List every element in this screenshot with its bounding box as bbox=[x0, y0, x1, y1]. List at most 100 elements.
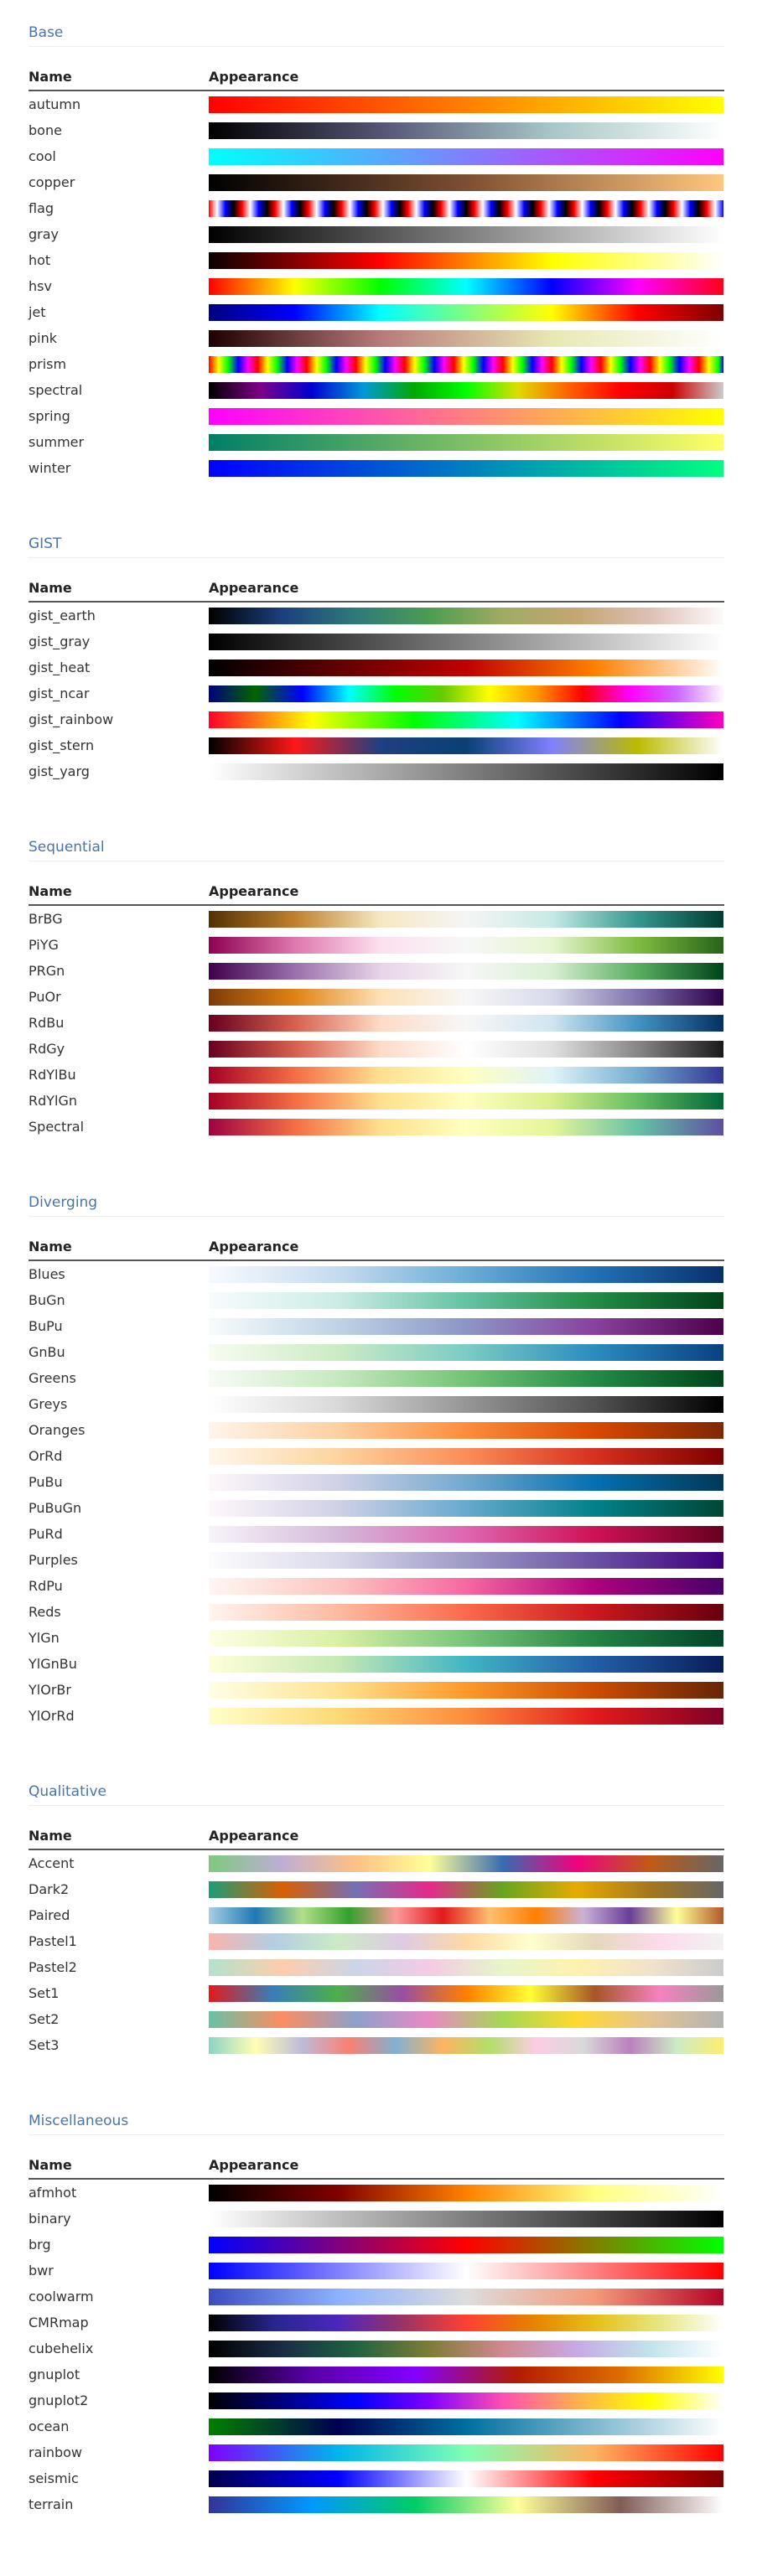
table-row: prism bbox=[29, 351, 724, 377]
colormap-appearance-cell bbox=[209, 2491, 724, 2517]
colormap-appearance-cell bbox=[209, 1391, 724, 1417]
colormap-swatch-piyg bbox=[209, 936, 723, 954]
colormap-appearance-cell bbox=[209, 455, 724, 481]
colormap-appearance-cell bbox=[209, 1287, 724, 1313]
table-row: gist_ncar bbox=[29, 680, 724, 706]
colormap-appearance-cell bbox=[209, 2413, 724, 2439]
colormap-appearance-cell bbox=[209, 2032, 724, 2058]
colormap-appearance-cell bbox=[209, 932, 724, 958]
section-title: Qualitative bbox=[29, 1782, 724, 1806]
table-row: OrRd bbox=[29, 1443, 724, 1469]
colormap-name: gist_ncar bbox=[29, 685, 90, 701]
colormap-swatch-bone bbox=[209, 122, 723, 139]
table-row: autumn bbox=[29, 91, 724, 117]
colormap-appearance-cell bbox=[209, 2335, 724, 2361]
table-row: gnuplot bbox=[29, 2361, 724, 2387]
colormap-swatch-brbg bbox=[209, 910, 723, 928]
colormap-appearance-cell bbox=[209, 1443, 724, 1469]
table-row: spectral bbox=[29, 377, 724, 403]
colormap-name: Greys bbox=[29, 1396, 68, 1412]
colormap-appearance-cell bbox=[209, 2232, 724, 2258]
colormap-appearance-cell bbox=[209, 905, 724, 932]
colormap-appearance-cell bbox=[209, 299, 724, 325]
colormap-name: CMRmap bbox=[29, 2315, 89, 2330]
column-header-appearance: Appearance bbox=[209, 558, 724, 603]
colormap-name: spectral bbox=[29, 382, 83, 398]
colormap-swatch-prism bbox=[209, 355, 723, 373]
section-title: Base bbox=[29, 23, 724, 47]
table-header-row: Name Appearance bbox=[29, 1806, 724, 1850]
colormap-table: Name Appearance Blues BuGn BuPu GnBu Greens Gre… bbox=[29, 1217, 724, 1729]
colormap-table: Name Appearance Accent Dark2 Paired Pastel1 Pa… bbox=[29, 1806, 724, 2058]
colormap-appearance-cell bbox=[209, 1625, 724, 1651]
table-row: YlGnBu bbox=[29, 1651, 724, 1677]
colormap-name: PRGn bbox=[29, 963, 65, 979]
colormap-appearance-cell bbox=[209, 1876, 724, 1902]
colormap-appearance-cell bbox=[209, 2258, 724, 2284]
colormap-name: seismic bbox=[29, 2470, 79, 2486]
colormap-swatch-set3 bbox=[209, 2036, 723, 2054]
colormap-appearance-cell bbox=[209, 1928, 724, 1954]
table-row: GnBu bbox=[29, 1339, 724, 1365]
colormap-name: binary bbox=[29, 2211, 71, 2227]
colormap-appearance-cell bbox=[209, 2361, 724, 2387]
colormap-name: prism bbox=[29, 356, 67, 372]
table-row: Set2 bbox=[29, 2006, 724, 2032]
colormap-name: BuPu bbox=[29, 1318, 63, 1334]
colormap-swatch-rdgy bbox=[209, 1040, 723, 1058]
column-header-appearance: Appearance bbox=[209, 1217, 724, 1261]
colormap-table: Name Appearance gist_earth gist_gray gist_he… bbox=[29, 558, 724, 784]
table-row: flag bbox=[29, 195, 724, 221]
section-gist: GIST Name Appearance gist_earth gist_gray gis… bbox=[29, 535, 724, 784]
colormap-appearance-cell bbox=[209, 2439, 724, 2465]
table-row: hsv bbox=[29, 273, 724, 299]
colormap-swatch-gist_ncar bbox=[209, 685, 723, 702]
colormap-swatch-hsv bbox=[209, 277, 723, 295]
colormap-appearance-cell bbox=[209, 2465, 724, 2491]
colormap-appearance-cell bbox=[209, 1469, 724, 1495]
colormap-appearance-cell bbox=[209, 2006, 724, 2032]
section-title: Sequential bbox=[29, 838, 724, 861]
colormap-appearance-cell bbox=[209, 2310, 724, 2335]
colormap-swatch-gnuplot2 bbox=[209, 2392, 723, 2409]
table-row: Dark2 bbox=[29, 1876, 724, 1902]
colormap-swatch-ylorrd bbox=[209, 1707, 723, 1725]
colormap-appearance-cell bbox=[209, 403, 724, 429]
section-title: Diverging bbox=[29, 1193, 724, 1217]
colormap-appearance-cell bbox=[209, 1521, 724, 1547]
colormap-name: terrain bbox=[29, 2496, 74, 2512]
colormap-appearance-cell bbox=[209, 2387, 724, 2413]
table-row: bwr bbox=[29, 2258, 724, 2284]
colormap-swatch-puor bbox=[209, 988, 723, 1006]
colormap-name: gist_stern bbox=[29, 737, 95, 753]
colormap-swatch-gnuplot bbox=[209, 2366, 723, 2383]
colormap-name: PuRd bbox=[29, 1526, 63, 1542]
colormap-name: RdGy bbox=[29, 1041, 65, 1057]
column-header-appearance: Appearance bbox=[209, 861, 724, 906]
table-row: Pastel2 bbox=[29, 1954, 724, 1980]
colormap-name: Pastel1 bbox=[29, 1933, 77, 1949]
colormap-appearance-cell bbox=[209, 1339, 724, 1365]
colormap-name: gist_rainbow bbox=[29, 711, 114, 727]
colormap-swatch-gist_heat bbox=[209, 659, 723, 676]
table-row: Reds bbox=[29, 1599, 724, 1625]
table-row: brg bbox=[29, 2232, 724, 2258]
section-miscellaneous: Miscellaneous Name Appearance afmhot binary b… bbox=[29, 2112, 724, 2517]
table-row: terrain bbox=[29, 2491, 724, 2517]
colormap-name: OrRd bbox=[29, 1448, 63, 1464]
colormap-swatch-reds bbox=[209, 1603, 723, 1621]
colormap-name: PuOr bbox=[29, 989, 61, 1005]
colormap-appearance-cell bbox=[209, 1313, 724, 1339]
colormap-appearance-cell bbox=[209, 958, 724, 984]
colormap-swatch-greys bbox=[209, 1395, 723, 1413]
colormap-swatch-blues bbox=[209, 1265, 723, 1283]
colormap-swatch-orrd bbox=[209, 1447, 723, 1465]
colormap-appearance-cell bbox=[209, 117, 724, 143]
column-header-name: Name bbox=[29, 1217, 209, 1261]
colormap-appearance-cell bbox=[209, 351, 724, 377]
colormap-appearance-cell bbox=[209, 628, 724, 654]
table-row: YlOrRd bbox=[29, 1703, 724, 1729]
colormap-swatch-summer bbox=[209, 433, 723, 451]
colormap-swatch-pink bbox=[209, 329, 723, 347]
colormap-name: RdYlBu bbox=[29, 1067, 76, 1083]
